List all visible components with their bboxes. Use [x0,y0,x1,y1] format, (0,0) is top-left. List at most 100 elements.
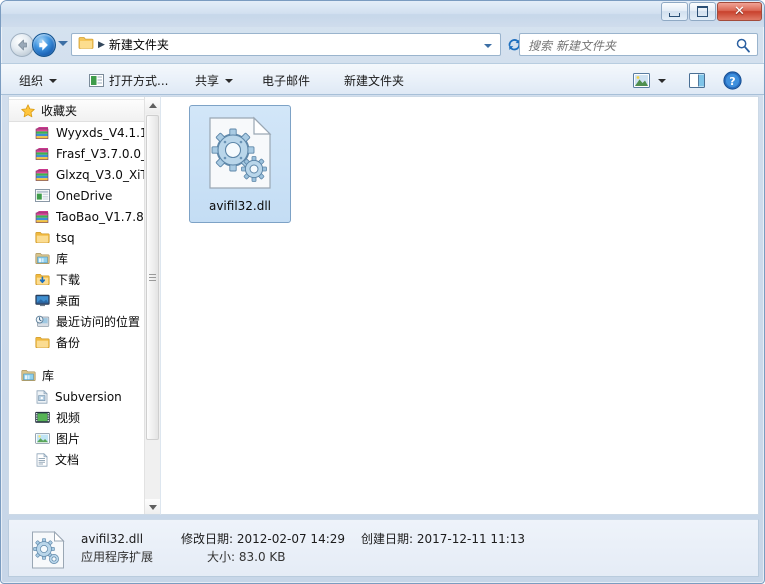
desktop-icon [35,294,50,307]
details-created-label: 创建日期: [361,532,414,546]
sidebar-libraries-label: 库 [42,369,55,383]
chevron-down-icon [148,505,157,510]
navigation-list: 收藏夹 Wyyxds_V4.1.1. Frasf_V3.7.0.0 Glxzq_… [9,97,145,470]
close-button[interactable]: ✕ [717,2,762,21]
sidebar-item-backup[interactable]: 备份 [9,332,145,353]
toolbar-open-with-button[interactable]: 打开方式... [83,70,174,90]
sidebar-item-tsq[interactable]: tsq [9,227,145,248]
sidebar-item-glxzq[interactable]: Glxzq_V3.0_XiTo [9,164,145,185]
breadcrumb-separator: ▶ [98,39,105,50]
toolbar-email-label: 电子邮件 [262,73,311,88]
scrollbar-thumb[interactable] [146,115,159,440]
sidebar-item-taobao[interactable]: TaoBao_V1.7.8. [9,206,145,227]
scroll-up-button[interactable] [145,97,160,114]
folder-icon [78,36,94,53]
sidebar-item-label: Glxzq_V3.0_XiTo [56,167,145,182]
onedrive-icon [35,189,50,202]
details-modified-label: 修改日期: [181,532,234,546]
details-size-row: 大小: 83.0 KB [181,548,361,566]
dll-gears-icon [207,116,273,193]
address-dropdown-icon[interactable] [484,44,492,48]
folder-icon [35,336,50,349]
downloads-icon [35,273,50,286]
toolbar-organize-button[interactable]: 组织 [13,70,63,90]
sidebar-item-frasf[interactable]: Frasf_V3.7.0.0_X [9,143,145,164]
sidebar-section-libraries[interactable]: 库 [9,365,145,386]
back-button[interactable] [10,33,34,57]
sidebar-item-downloads[interactable]: 下载 [9,269,145,290]
toolbar-view-button[interactable] [633,69,666,91]
star-icon [21,103,35,118]
title-bar[interactable]: ✕ [1,1,764,27]
archive-icon [35,126,50,140]
scroll-down-button[interactable] [145,499,160,514]
sidebar-item-label: Wyyxds_V4.1.1. [56,125,145,140]
breadcrumb-path[interactable]: 新建文件夹 [109,36,169,53]
search-icon [735,37,751,56]
explorer-window: ✕ ▶ 新建文件夹 搜索 新建文件夹 组织 打开方式... 共享 电子邮件 新建… [0,0,765,584]
details-modified-row: 修改日期: 2012-02-07 14:29 [181,530,361,548]
details-file-name: avifil32.dll [81,532,144,546]
navigation-pane: 收藏夹 Wyyxds_V4.1.1. Frasf_V3.7.0.0 Glxzq_… [8,96,160,515]
maximize-button[interactable] [689,2,716,21]
chevron-down-icon[interactable] [658,79,666,83]
forward-button[interactable] [32,33,56,57]
details-modified-value: 2012-02-07 14:29 [236,532,346,546]
sidebar-item-recent-places[interactable]: 最近访问的位置 [9,311,145,332]
toolbar-share-label: 共享 [195,73,220,88]
close-icon: ✕ [734,4,745,19]
toolbar-help-button[interactable]: ? [723,69,742,91]
recent-pages-dropdown[interactable] [58,41,68,46]
back-arrow-icon [18,39,27,51]
sidebar-item-onedrive[interactable]: OneDrive [9,185,145,206]
sidebar-item-library-fav[interactable]: 库 [9,248,145,269]
chevron-up-icon [148,103,157,108]
minimize-button[interactable] [661,2,688,21]
sidebar-item-desktop[interactable]: 桌面 [9,290,145,311]
sidebar-favorites-label: 收藏夹 [41,104,78,118]
search-box[interactable] [519,33,758,56]
help-icon: ? [723,70,742,90]
toolbar-new-folder-button[interactable]: 新建文件夹 [338,70,410,90]
toolbar-open-with-label: 打开方式... [109,73,169,88]
toolbar-share-button[interactable]: 共享 [189,70,239,90]
sidebar-item-pictures[interactable]: 图片 [9,428,145,449]
file-item-avifil32[interactable]: avifil32.dll [189,105,291,223]
sidebar-item-label: 下载 [56,273,81,287]
main-content: 收藏夹 Wyyxds_V4.1.1. Frasf_V3.7.0.0 Glxzq_… [8,96,759,515]
details-file-type: 应用程序扩展 [81,550,154,564]
recent-places-icon [35,315,50,328]
library-icon [35,252,50,265]
sidebar-item-label: Frasf_V3.7.0.0_X [56,146,145,161]
details-modified-column: 修改日期: 2012-02-07 14:29 大小: 83.0 KB [181,530,361,566]
toolbar-email-button[interactable]: 电子邮件 [256,70,316,90]
archive-icon [35,210,50,224]
address-bar[interactable]: ▶ 新建文件夹 [71,33,501,56]
details-created-column: 创建日期: 2017-12-11 11:13 [361,530,525,548]
details-name-column: avifil32.dll 应用程序扩展 [81,530,181,566]
chevron-down-icon [49,79,58,83]
sidebar-item-label: 库 [56,252,69,266]
library-icon [21,369,36,382]
open-with-icon [89,73,104,87]
sidebar-item-subversion[interactable]: Subversion [9,386,145,407]
toolbar-new-folder-label: 新建文件夹 [344,73,405,88]
sidebar-item-documents[interactable]: 文档 [9,449,145,470]
toolbar-preview-pane-button[interactable] [689,69,705,91]
video-icon [35,411,50,424]
sidebar-section-favorites[interactable]: 收藏夹 [9,99,145,122]
sidebar-item-label: TaoBao_V1.7.8. [56,209,145,224]
details-created-value: 2017-12-11 11:13 [416,532,526,546]
sidebar-item-videos[interactable]: 视频 [9,407,145,428]
details-size-label: 大小: [207,550,236,564]
search-input[interactable] [526,36,730,55]
picture-icon [35,432,50,445]
subversion-icon [35,389,49,404]
archive-icon [35,168,50,182]
file-list-pane[interactable]: avifil32.dll [160,96,759,515]
maximize-icon [697,6,708,17]
sidebar-item-wyyxds[interactable]: Wyyxds_V4.1.1. [9,122,145,143]
address-bar-row: ▶ 新建文件夹 [1,27,764,63]
sidebar-scrollbar[interactable] [144,97,160,514]
